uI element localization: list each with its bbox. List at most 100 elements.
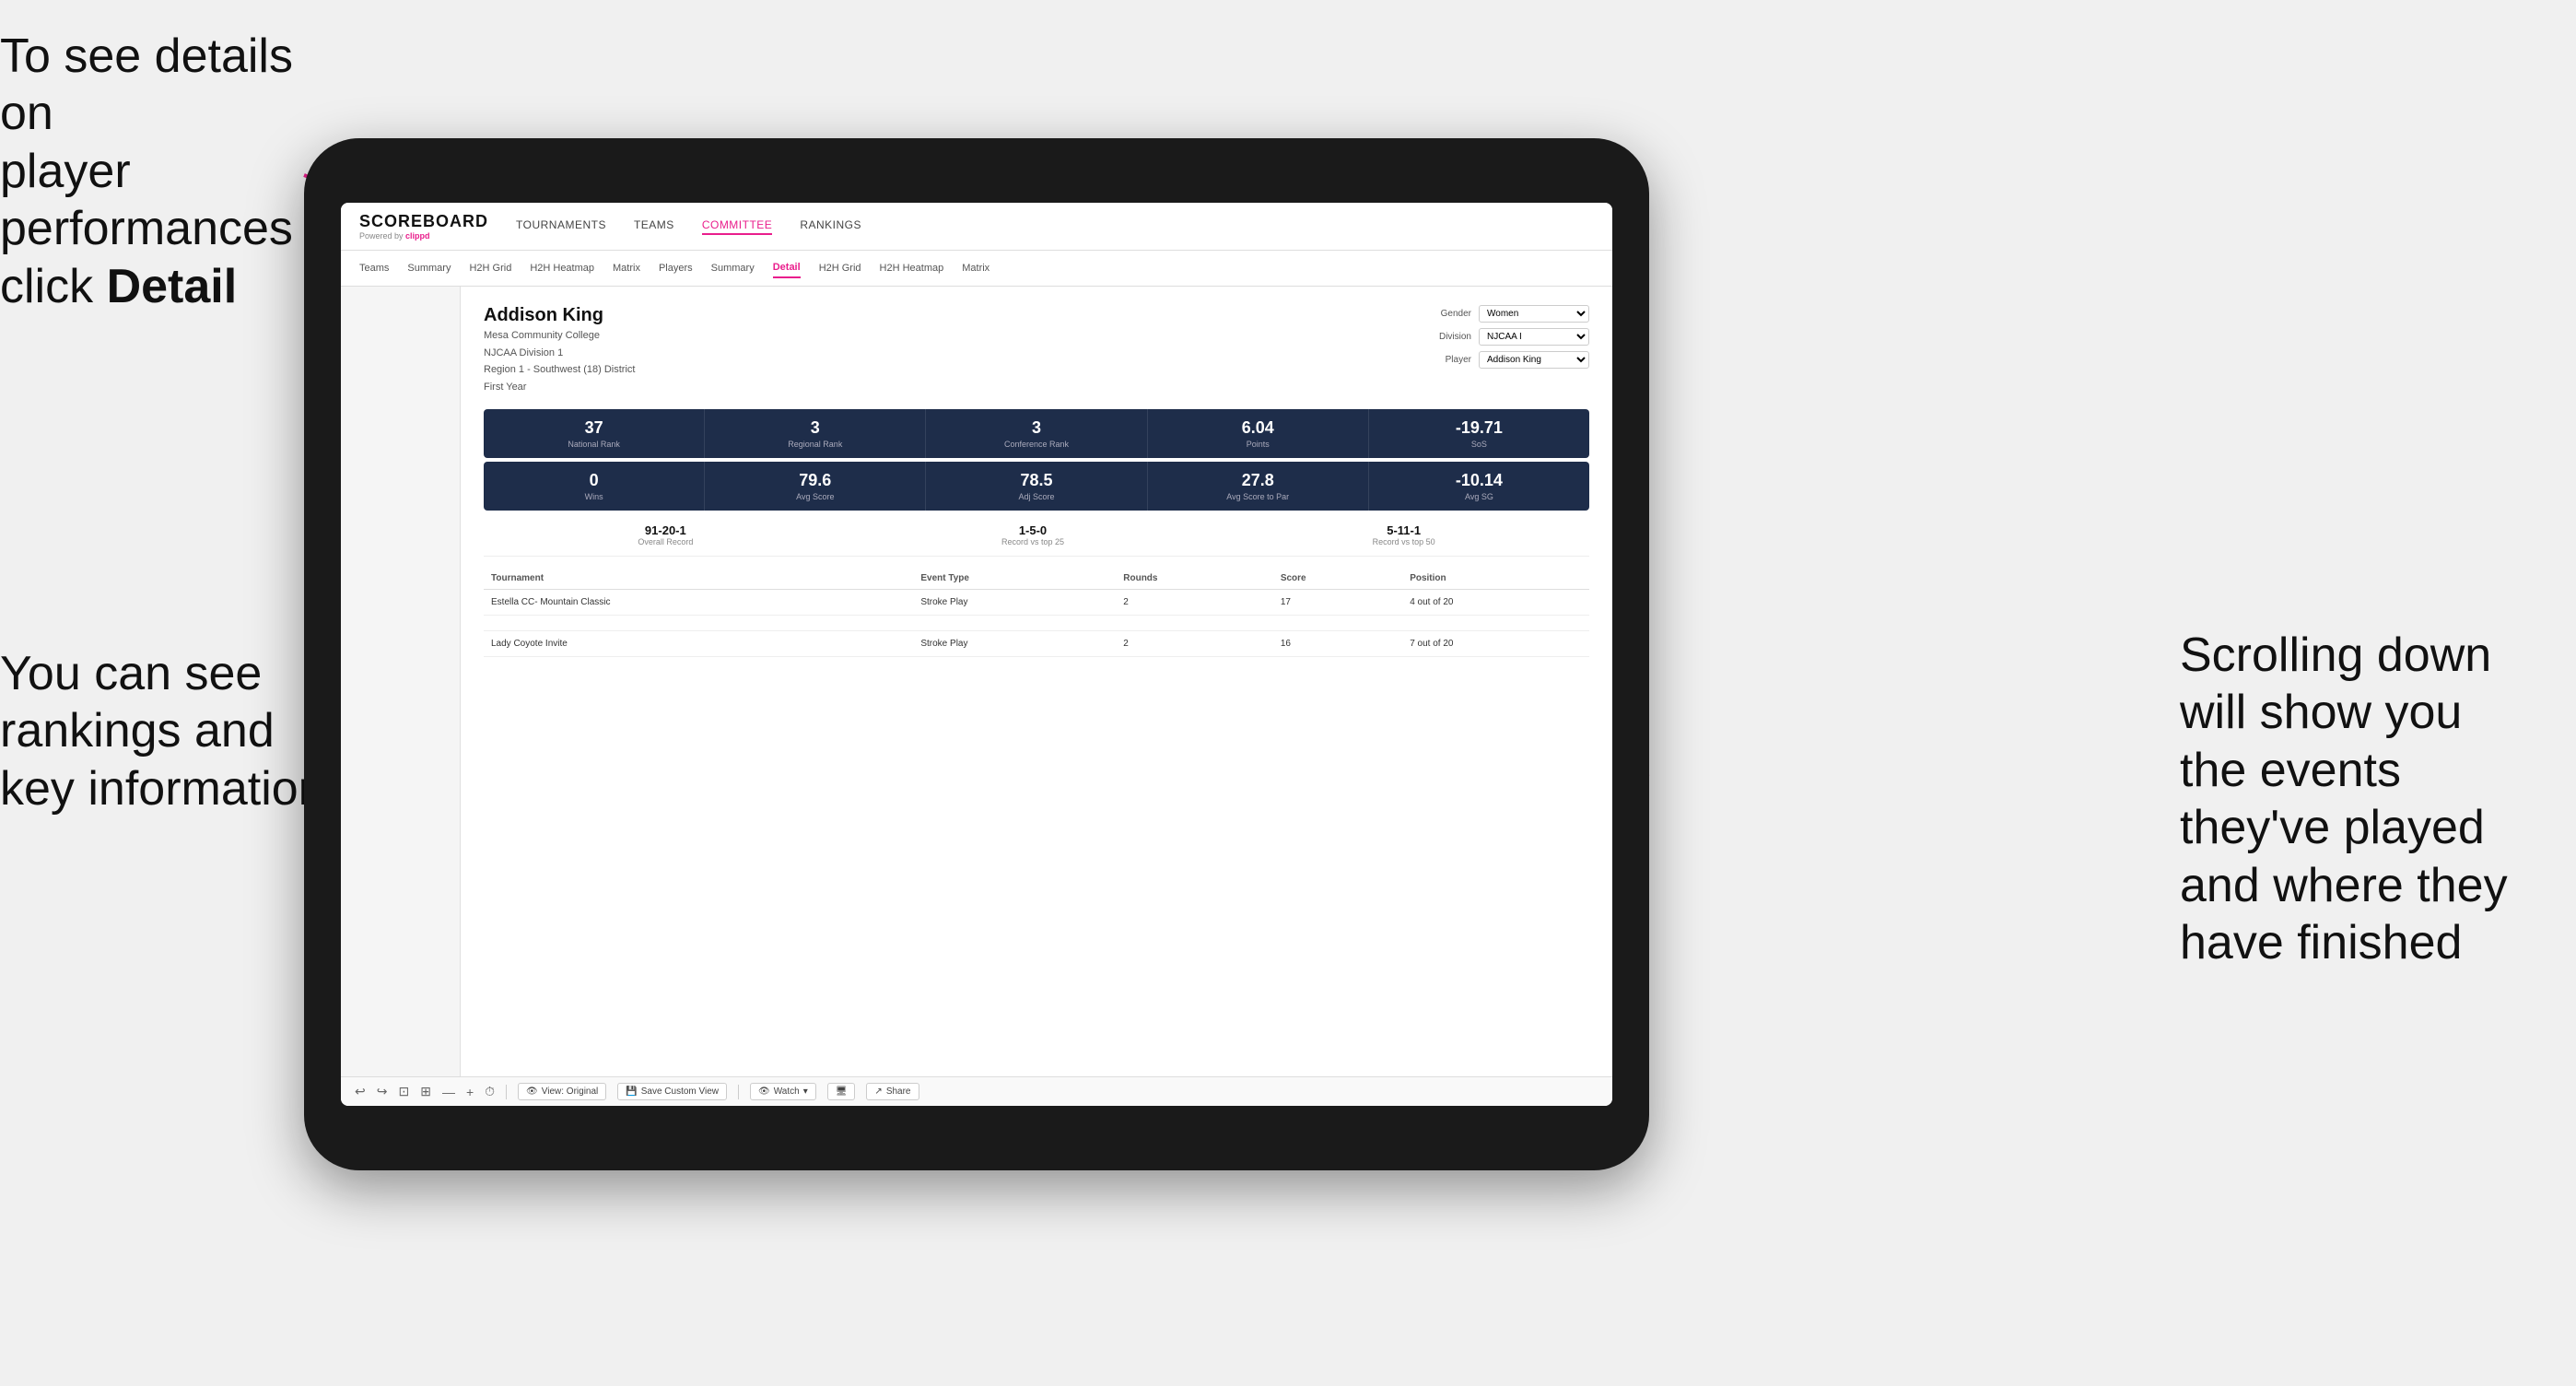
sub-nav-h2h-heatmap2[interactable]: H2H Heatmap <box>880 259 944 277</box>
cell-score-3: 16 <box>1273 631 1402 657</box>
gender-select[interactable]: Women Men <box>1479 305 1589 323</box>
minus-icon[interactable]: — <box>442 1085 455 1099</box>
stat-value-national-rank: 37 <box>489 418 698 438</box>
cell-tournament-1: Estella CC- Mountain Classic <box>484 590 913 616</box>
record-row: 91-20-1 Overall Record 1-5-0 Record vs t… <box>484 514 1589 557</box>
stat-label-regional-rank: Regional Rank <box>710 440 919 449</box>
sub-nav-detail[interactable]: Detail <box>773 258 801 278</box>
cell-rounds-1: 2 <box>1116 590 1273 616</box>
watch-chevron-icon: ▾ <box>803 1086 808 1097</box>
player-division: NJCAA Division 1 <box>484 346 635 361</box>
cell-event-type-2 <box>913 616 1116 631</box>
stat-regional-rank: 3 Regional Rank <box>705 409 926 458</box>
col-event-type: Event Type <box>913 568 1116 590</box>
share-button[interactable]: ↗ Share <box>866 1083 919 1100</box>
table-row: Lady Coyote Invite Stroke Play 2 16 7 ou… <box>484 631 1589 657</box>
col-tournament: Tournament <box>484 568 913 590</box>
annotation-bottom-left: You can see rankings and key information <box>0 645 332 817</box>
division-control: Division NJCAA I NJCAA II <box>1421 328 1589 346</box>
stat-avg-score-to-par: 27.8 Avg Score to Par <box>1148 462 1369 511</box>
screen-icon: 🖥 <box>836 1086 848 1097</box>
stat-value-wins: 0 <box>489 471 698 490</box>
view-original-button[interactable]: 👁 View: Original <box>518 1083 606 1100</box>
gender-label: Gender <box>1421 309 1471 319</box>
player-select[interactable]: Addison King <box>1479 351 1589 369</box>
record-label-overall: Overall Record <box>638 537 693 546</box>
player-year: First Year <box>484 380 635 395</box>
cell-rounds-2 <box>1116 616 1273 631</box>
record-overall: 91-20-1 Overall Record <box>638 523 693 546</box>
cell-rounds-3: 2 <box>1116 631 1273 657</box>
stat-value-conference-rank: 3 <box>931 418 1141 438</box>
clock-icon[interactable]: ⏱ <box>485 1084 495 1099</box>
annotation-top-left: To see details on player performances cl… <box>0 28 313 315</box>
detail-panel: Addison King Mesa Community College NJCA… <box>461 287 1612 1076</box>
cell-tournament-2 <box>484 616 913 631</box>
cell-event-type-1: Stroke Play <box>913 590 1116 616</box>
logo-area: SCOREBOARD Powered by clippd <box>359 212 488 241</box>
annotation-right: Scrolling down will show you the events … <box>2180 627 2567 971</box>
zoom-icon[interactable]: ⊞ <box>420 1084 431 1099</box>
sub-nav-matrix[interactable]: Matrix <box>613 259 640 277</box>
nav-teams[interactable]: TEAMS <box>634 218 674 235</box>
stat-value-avg-sg: -10.14 <box>1375 471 1584 490</box>
player-label: Player <box>1421 355 1471 365</box>
left-sidebar <box>341 287 461 1076</box>
main-content: Addison King Mesa Community College NJCA… <box>341 287 1612 1076</box>
stats-row-1: 37 National Rank 3 Regional Rank 3 Confe… <box>484 409 1589 458</box>
zoom-fit-icon[interactable]: ⊡ <box>398 1084 409 1099</box>
record-label-top50: Record vs top 50 <box>1373 537 1435 546</box>
sub-nav-h2h-grid[interactable]: H2H Grid <box>469 259 511 277</box>
nav-tournaments[interactable]: TOURNAMENTS <box>516 218 606 235</box>
undo-icon[interactable]: ↩ <box>355 1084 366 1099</box>
stat-value-adj-score: 78.5 <box>931 471 1141 490</box>
table-header: Tournament Event Type Rounds Score Posit… <box>484 568 1589 590</box>
record-label-top25: Record vs top 25 <box>1001 537 1064 546</box>
record-value-top25: 1-5-0 <box>1001 523 1064 537</box>
col-rounds: Rounds <box>1116 568 1273 590</box>
sub-nav-summary[interactable]: Summary <box>407 259 451 277</box>
stat-label-avg-score: Avg Score <box>710 492 919 501</box>
save-custom-button[interactable]: 💾 Save Custom View <box>617 1083 727 1100</box>
stat-label-avg-score-to-par: Avg Score to Par <box>1153 492 1363 501</box>
sub-nav-matrix2[interactable]: Matrix <box>962 259 989 277</box>
eye-icon: 👁 <box>526 1086 538 1097</box>
stat-value-sos: -19.71 <box>1375 418 1584 438</box>
stat-value-points: 6.04 <box>1153 418 1363 438</box>
player-controls: Gender Women Men Division NJCAA I NJCAA … <box>1421 305 1589 369</box>
division-label: Division <box>1421 332 1471 342</box>
stat-label-conference-rank: Conference Rank <box>931 440 1141 449</box>
cell-score-2 <box>1273 616 1402 631</box>
record-top50: 5-11-1 Record vs top 50 <box>1373 523 1435 546</box>
sub-nav-h2h-heatmap[interactable]: H2H Heatmap <box>530 259 594 277</box>
plus-icon[interactable]: + <box>466 1085 474 1099</box>
save-icon: 💾 <box>626 1086 637 1097</box>
cell-position-3: 7 out of 20 <box>1402 631 1589 657</box>
watch-button[interactable]: 👁 Watch ▾ <box>750 1083 816 1100</box>
sub-nav-h2h-grid2[interactable]: H2H Grid <box>819 259 861 277</box>
nav-rankings[interactable]: RANKINGS <box>800 218 861 235</box>
cell-position-2 <box>1402 616 1589 631</box>
nav-committee[interactable]: COMMITTEE <box>702 218 773 235</box>
stat-label-adj-score: Adj Score <box>931 492 1141 501</box>
record-top25: 1-5-0 Record vs top 25 <box>1001 523 1064 546</box>
player-info: Addison King Mesa Community College NJCA… <box>484 305 635 394</box>
redo-icon[interactable]: ↪ <box>377 1084 388 1099</box>
player-name: Addison King <box>484 305 635 326</box>
stat-adj-score: 78.5 Adj Score <box>926 462 1147 511</box>
player-header: Addison King Mesa Community College NJCA… <box>484 305 1589 394</box>
division-select[interactable]: NJCAA I NJCAA II <box>1479 328 1589 346</box>
sub-nav-players[interactable]: Players <box>659 259 693 277</box>
cell-event-type-3: Stroke Play <box>913 631 1116 657</box>
bottom-toolbar: ↩ ↪ ⊡ ⊞ — + ⏱ 👁 View: Original 💾 Save Cu… <box>341 1076 1612 1106</box>
screen-button[interactable]: 🖥 <box>827 1083 856 1100</box>
table-row: Estella CC- Mountain Classic Stroke Play… <box>484 590 1589 616</box>
sub-nav-summary2[interactable]: Summary <box>711 259 755 277</box>
stats-row-2: 0 Wins 79.6 Avg Score 78.5 Adj Score 27.… <box>484 462 1589 511</box>
sub-nav-teams[interactable]: Teams <box>359 259 389 277</box>
tournaments-table: Tournament Event Type Rounds Score Posit… <box>484 568 1589 657</box>
stat-avg-sg: -10.14 Avg SG <box>1369 462 1589 511</box>
top-nav: SCOREBOARD Powered by clippd TOURNAMENTS… <box>341 203 1612 251</box>
stat-value-avg-score-to-par: 27.8 <box>1153 471 1363 490</box>
watch-icon: 👁 <box>758 1086 770 1097</box>
